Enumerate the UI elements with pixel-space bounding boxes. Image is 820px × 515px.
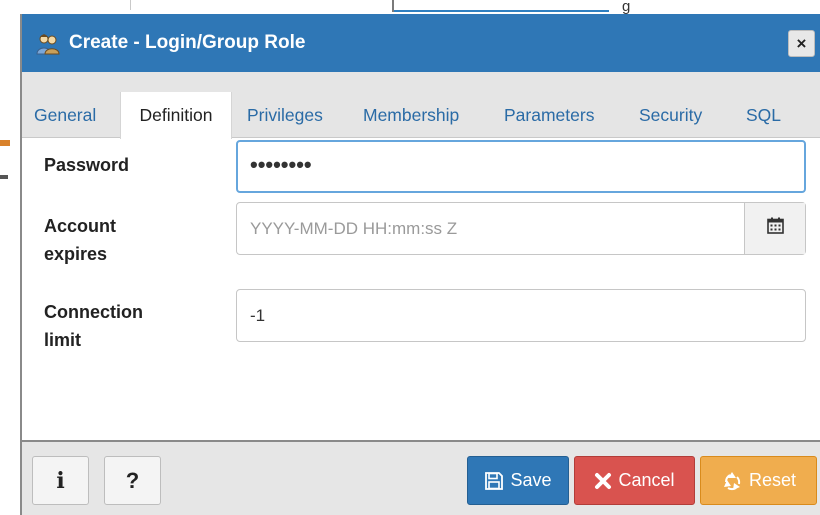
dialog-footer: i ? Save Cancel Reset [22, 440, 820, 515]
close-icon: × [796, 33, 807, 53]
account-expires-label: Account expires [44, 212, 116, 268]
close-button[interactable]: × [788, 30, 815, 57]
tab-bar: General Definition Privileges Membership… [22, 72, 820, 139]
password-field[interactable]: •••••••• [236, 140, 806, 193]
dialog-titlebar[interactable]: Create - Login/Group Role × [22, 14, 820, 72]
tab-membership[interactable]: Membership [363, 92, 459, 138]
account-expires-label-line2: expires [44, 244, 108, 264]
save-button[interactable]: Save [467, 456, 569, 505]
background-mark [0, 175, 8, 179]
dialog-title: Create - Login/Group Role [69, 32, 306, 53]
reset-label: Reset [748, 470, 797, 490]
users-icon [36, 33, 60, 55]
cancel-label: Cancel [618, 470, 675, 490]
info-icon: i [56, 467, 65, 494]
connection-limit-label-line2: limit [44, 330, 82, 350]
calendar-button[interactable] [744, 203, 805, 254]
tab-general[interactable]: General [34, 92, 96, 138]
help-button[interactable]: ? [104, 456, 161, 505]
tab-sql[interactable]: SQL [746, 92, 781, 138]
background-divider [130, 0, 131, 10]
connection-limit-field[interactable]: -1 [236, 289, 806, 342]
floppy-disk-icon [484, 471, 504, 491]
help-icon: ? [125, 467, 140, 493]
tab-privileges[interactable]: Privileges [247, 92, 323, 138]
tab-security[interactable]: Security [639, 92, 702, 138]
tab-parameters[interactable]: Parameters [504, 92, 594, 138]
reset-button[interactable]: Reset [700, 456, 817, 505]
tab-definition[interactable]: Definition [120, 92, 232, 139]
password-value: •••••••• [250, 152, 312, 177]
create-login-role-dialog: Create - Login/Group Role × General Defi… [20, 14, 820, 515]
recycle-icon [721, 470, 743, 492]
background-mark [0, 140, 10, 146]
close-icon [594, 472, 612, 490]
account-expires-label-line1: Account [44, 216, 116, 236]
cancel-button[interactable]: Cancel [574, 456, 695, 505]
password-label: Password [44, 155, 130, 175]
connection-limit-label: Connection limit [44, 298, 143, 354]
background-focus-line [394, 10, 609, 12]
connection-limit-value: -1 [250, 306, 266, 325]
connection-limit-label-line1: Connection [44, 302, 143, 322]
account-expires-placeholder: YYYY-MM-DD HH:mm:ss Z [250, 219, 458, 238]
background-text: g [622, 0, 631, 15]
save-label: Save [510, 470, 552, 490]
calendar-icon [766, 203, 784, 254]
account-expires-field[interactable]: YYYY-MM-DD HH:mm:ss Z [236, 202, 806, 255]
info-button[interactable]: i [32, 456, 89, 505]
